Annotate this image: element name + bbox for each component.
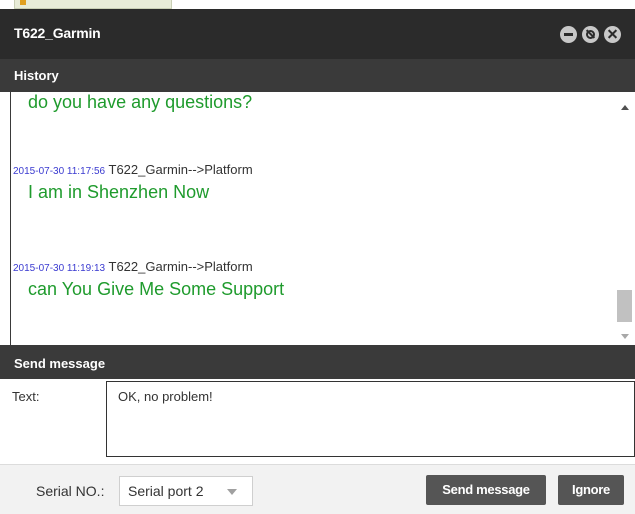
chevron-down-icon (227, 489, 237, 495)
close-icon[interactable] (604, 26, 621, 43)
scroll-down-icon[interactable] (621, 334, 629, 339)
text-label: Text: (12, 389, 40, 404)
send-message-button[interactable]: Send message (426, 475, 546, 505)
serial-no-label: Serial NO.: (36, 483, 105, 499)
footer-bar: Serial NO.: Serial port 2 Send message I… (0, 464, 635, 514)
text-row: Text: OK, no problem! (10, 379, 635, 459)
history-panel: do you have any questions? 2015-07-30 11… (10, 92, 635, 345)
cancel-icon[interactable] (582, 26, 599, 43)
page: T622_Garmin History do you have any ques… (0, 0, 635, 514)
background-window (0, 0, 635, 9)
message-dialog: T622_Garmin History do you have any ques… (0, 9, 635, 514)
scroll-thumb[interactable] (617, 290, 632, 322)
background-tab (14, 0, 172, 9)
message-route: T622_Garmin-->Platform (108, 259, 253, 274)
message-text: can You Give Me Some Support (28, 279, 285, 299)
message-text: do you have any questions? (28, 92, 253, 112)
scroll-up-icon[interactable] (621, 105, 629, 110)
message-meta: 2015-07-30 11:17:56 T622_Garmin-->Platfo… (13, 162, 253, 177)
serial-port-value: Serial port 2 (128, 483, 204, 499)
window-title: T622_Garmin (14, 25, 101, 41)
ignore-button[interactable]: Ignore (558, 475, 624, 505)
message-meta: 2015-07-30 11:19:13 T622_Garmin-->Platfo… (13, 259, 253, 274)
message-input[interactable]: OK, no problem! (106, 381, 635, 457)
send-message-header: Send message (0, 345, 635, 379)
folder-icon (20, 0, 26, 5)
message-text: I am in Shenzhen Now (28, 182, 210, 202)
history-header: History (0, 59, 635, 92)
title-bar[interactable]: T622_Garmin (0, 9, 635, 59)
message-timestamp: 2015-07-30 11:17:56 (13, 166, 106, 177)
message-route: T622_Garmin-->Platform (108, 162, 253, 177)
history-scrollbar[interactable] (615, 92, 635, 345)
serial-port-select[interactable]: Serial port 2 (119, 476, 253, 506)
minimize-icon[interactable] (560, 26, 577, 43)
message-timestamp: 2015-07-30 11:19:13 (13, 263, 106, 274)
